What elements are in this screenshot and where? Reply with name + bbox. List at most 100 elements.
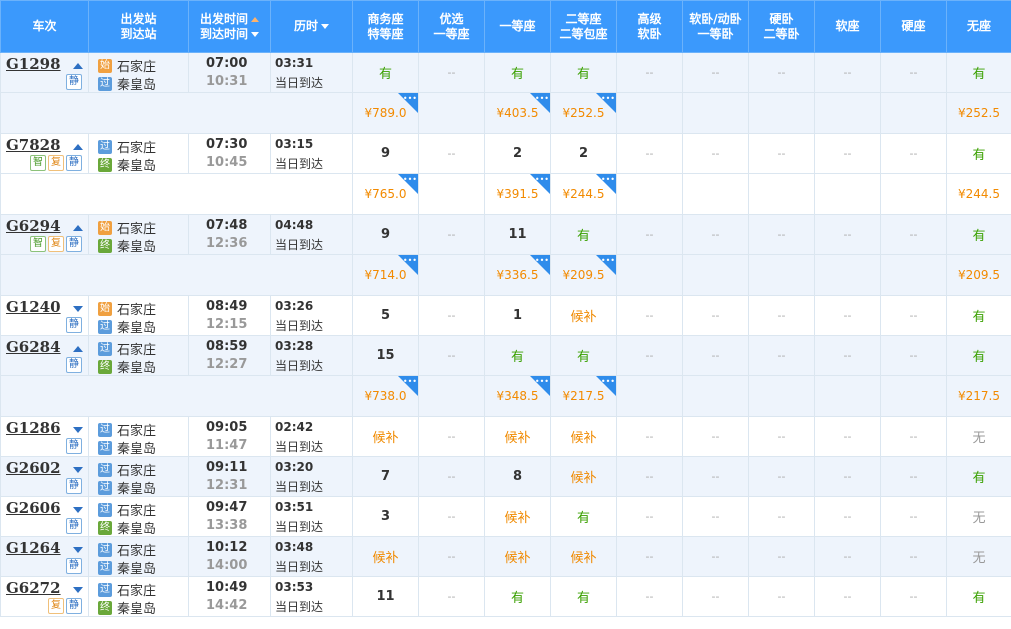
- train-tags: 智复静: [30, 236, 82, 252]
- from-station: 过 石家庄: [98, 502, 157, 519]
- seat-availability-first[interactable]: 有: [484, 335, 551, 376]
- train-number-link[interactable]: G2602: [6, 459, 61, 477]
- time-cell: 08:49 12:15: [188, 295, 271, 336]
- to-station: 过 秦皇岛: [98, 480, 157, 497]
- collapse-arrow-icon[interactable]: [73, 63, 83, 69]
- seat-availability-hard-sleeper: --: [748, 133, 815, 174]
- seat-availability-business[interactable]: 7: [352, 456, 419, 497]
- seat-availability-hard-seat: --: [880, 214, 947, 255]
- collapse-arrow-icon[interactable]: [73, 225, 83, 231]
- price-no-seat: ¥252.5: [946, 92, 1011, 134]
- seat-availability-premium-first: --: [418, 496, 485, 537]
- header-duration-sort[interactable]: 历时: [270, 0, 353, 53]
- seat-availability-first[interactable]: 1: [484, 295, 551, 336]
- train-number-link[interactable]: G7828: [6, 136, 61, 154]
- seat-availability-no-seat[interactable]: 有: [946, 335, 1011, 376]
- seat-availability-no-seat[interactable]: 有: [946, 576, 1011, 617]
- duration: 03:53: [275, 580, 314, 594]
- train-number-link[interactable]: G6284: [6, 338, 61, 356]
- seat-availability-second[interactable]: 候补: [550, 456, 617, 497]
- arrival-day: 当日到达: [275, 560, 324, 574]
- price-first: ¥403.5 •••: [484, 92, 551, 134]
- seat-availability-business[interactable]: 候补: [352, 536, 419, 577]
- seat-availability-second[interactable]: 有: [550, 496, 617, 537]
- expand-arrow-icon[interactable]: [73, 587, 83, 593]
- seat-availability-hard-sleeper: --: [748, 456, 815, 497]
- seat-availability-premium-first: --: [418, 456, 485, 497]
- seat-availability-second[interactable]: 有: [550, 335, 617, 376]
- seat-availability-second[interactable]: 2: [550, 133, 617, 174]
- seat-availability-business[interactable]: 11: [352, 576, 419, 617]
- expand-arrow-icon[interactable]: [73, 547, 83, 553]
- train-number-link[interactable]: G1264: [6, 539, 61, 557]
- train-tags: 静: [66, 438, 82, 454]
- price-soft-sleeper: [682, 254, 749, 296]
- departure-time: 08:59: [206, 339, 248, 354]
- seat-availability-first[interactable]: 有: [484, 52, 551, 93]
- price-hard-seat: [880, 375, 947, 417]
- seat-availability-no-seat[interactable]: 有: [946, 295, 1011, 336]
- seat-availability-business[interactable]: 有: [352, 52, 419, 93]
- seat-availability-first[interactable]: 11: [484, 214, 551, 255]
- seat-availability-business[interactable]: 3: [352, 496, 419, 537]
- seat-availability-first[interactable]: 2: [484, 133, 551, 174]
- collapse-arrow-icon[interactable]: [73, 144, 83, 150]
- seat-availability-no-seat[interactable]: 有: [946, 133, 1011, 174]
- expand-arrow-icon[interactable]: [73, 507, 83, 513]
- seat-availability-business[interactable]: 9: [352, 133, 419, 174]
- seat-availability-second[interactable]: 候补: [550, 295, 617, 336]
- seat-availability-hard-seat: --: [880, 536, 947, 577]
- seat-availability-no-seat[interactable]: 有: [946, 456, 1011, 497]
- train-number-link[interactable]: G2606: [6, 499, 61, 517]
- expand-arrow-icon[interactable]: [73, 467, 83, 473]
- station-cell: 始 石家庄 终 秦皇岛: [88, 214, 189, 255]
- seat-availability-deluxe-soft: --: [616, 496, 683, 537]
- seat-availability-first[interactable]: 有: [484, 576, 551, 617]
- seat-availability-second[interactable]: 有: [550, 214, 617, 255]
- station-type-icon: 过: [98, 440, 112, 455]
- duration-cell: 02:42 当日到达: [270, 416, 353, 457]
- seat-availability-business[interactable]: 5: [352, 295, 419, 336]
- seat-availability-second[interactable]: 候补: [550, 536, 617, 577]
- train-tag: 静: [66, 598, 82, 614]
- header-seat-second: 二等座 二等包座: [550, 0, 617, 53]
- seat-availability-business[interactable]: 15: [352, 335, 419, 376]
- train-number-link[interactable]: G6272: [6, 579, 61, 597]
- arrival-day: 当日到达: [275, 440, 324, 454]
- header-time-sort[interactable]: 出发时间 到达时间: [188, 0, 271, 53]
- station-type-icon: 终: [98, 520, 112, 535]
- seat-availability-second[interactable]: 有: [550, 576, 617, 617]
- seat-availability-hard-sleeper: --: [748, 295, 815, 336]
- duration: 03:15: [275, 137, 314, 151]
- station-type-icon: 过: [98, 582, 112, 597]
- seat-availability-second[interactable]: 有: [550, 52, 617, 93]
- seat-availability-first[interactable]: 候补: [484, 496, 551, 537]
- duration: 03:31: [275, 56, 314, 70]
- train-number-link[interactable]: G1298: [6, 55, 61, 73]
- seat-availability-no-seat[interactable]: 有: [946, 214, 1011, 255]
- station-type-icon: 过: [98, 341, 112, 356]
- more-dots-icon: •••: [534, 175, 549, 184]
- collapse-arrow-icon[interactable]: [73, 346, 83, 352]
- train-tag: 静: [66, 438, 82, 454]
- seat-availability-first[interactable]: 8: [484, 456, 551, 497]
- expand-arrow-icon[interactable]: [73, 306, 83, 312]
- price-row: ¥789.0 ••• ¥403.5 ••• ¥252.5 ••• ¥252.5: [0, 92, 1011, 134]
- seat-availability-business[interactable]: 候补: [352, 416, 419, 457]
- seat-availability-first[interactable]: 候补: [484, 416, 551, 457]
- train-number-link[interactable]: G1240: [6, 298, 61, 316]
- seat-availability-first[interactable]: 候补: [484, 536, 551, 577]
- arrival-day: 当日到达: [275, 520, 324, 534]
- train-number-link[interactable]: G6294: [6, 217, 61, 235]
- price-business: ¥789.0 •••: [352, 92, 419, 134]
- seat-availability-business[interactable]: 9: [352, 214, 419, 255]
- seat-availability-no-seat[interactable]: 有: [946, 52, 1011, 93]
- to-station: 过 秦皇岛: [98, 560, 157, 577]
- train-tag: 复: [48, 236, 64, 252]
- price-first: ¥336.5 •••: [484, 254, 551, 296]
- seat-availability-second[interactable]: 候补: [550, 416, 617, 457]
- station-cell: 过 石家庄 终 秦皇岛: [88, 335, 189, 376]
- train-number-link[interactable]: G1286: [6, 419, 61, 437]
- expand-arrow-icon[interactable]: [73, 427, 83, 433]
- price-row: ¥714.0 ••• ¥336.5 ••• ¥209.5 ••• ¥209.5: [0, 254, 1011, 296]
